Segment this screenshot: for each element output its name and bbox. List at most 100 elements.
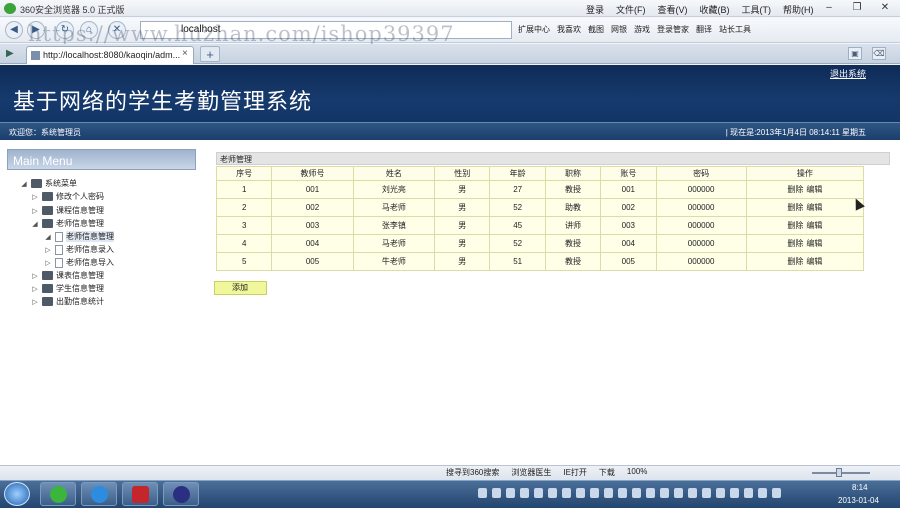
- tray-icon[interactable]: [520, 488, 529, 498]
- status-search[interactable]: 搜寻到360搜索: [446, 467, 499, 478]
- table-cell: 004: [600, 234, 657, 253]
- delete-link[interactable]: 删除: [787, 202, 803, 213]
- tray-icon[interactable]: [744, 488, 753, 498]
- tray-icon[interactable]: [772, 488, 781, 498]
- browser-menu-bar: 登录 文件(F) 查看(V) 收藏(B) 工具(T) 帮助(H): [586, 3, 814, 16]
- tab-close-icon[interactable]: ×: [182, 48, 188, 59]
- status-download[interactable]: 下载: [599, 467, 615, 478]
- logout-link[interactable]: 退出系统: [830, 67, 866, 80]
- collapsed-arrow-icon: ▷: [32, 193, 38, 201]
- start-button[interactable]: [4, 482, 30, 506]
- sidebar-item-label: 出勤信息统计: [56, 297, 104, 306]
- folder-icon: [42, 219, 53, 228]
- edit-link[interactable]: 编辑: [806, 238, 822, 249]
- table-cell: 男: [434, 234, 491, 253]
- toolbar-webmaster[interactable]: 站长工具: [719, 24, 751, 35]
- sidebar-item-student-management[interactable]: ▷ 学生信息管理: [31, 283, 104, 294]
- back-arrow-icon[interactable]: ◀: [5, 21, 23, 39]
- toolbar-login-manager[interactable]: 登录管家: [657, 24, 689, 35]
- tray-icon[interactable]: [534, 488, 543, 498]
- sidebar-item-teacher-management[interactable]: ◢ 老师信息管理: [31, 218, 104, 229]
- tray-icon[interactable]: [730, 488, 739, 498]
- clock-date[interactable]: 2013-01-04: [838, 496, 879, 505]
- delete-link[interactable]: 删除: [787, 256, 803, 267]
- taskbar-eclipse[interactable]: [163, 482, 199, 506]
- delete-link[interactable]: 删除: [787, 238, 803, 249]
- tray-icon[interactable]: [646, 488, 655, 498]
- tray-icon[interactable]: [674, 488, 683, 498]
- clock-time[interactable]: 8:14: [852, 483, 868, 492]
- sidebar-toggle-icon[interactable]: ▶: [6, 48, 14, 59]
- tab-list-icon[interactable]: ▣: [848, 47, 862, 60]
- folder-icon: [42, 192, 53, 201]
- table-cell: 45: [489, 216, 546, 235]
- table-cell: 牛老师: [352, 252, 436, 271]
- table-cell: 教授: [544, 252, 602, 271]
- tray-icon[interactable]: [632, 488, 641, 498]
- tray-icon[interactable]: [702, 488, 711, 498]
- tray-icon[interactable]: [688, 488, 697, 498]
- tray-icon[interactable]: [758, 488, 767, 498]
- edit-link[interactable]: 编辑: [806, 184, 822, 195]
- tray-icon[interactable]: [576, 488, 585, 498]
- system-tray: [478, 488, 781, 498]
- main-menu-title: Main Menu: [13, 154, 73, 168]
- close-button[interactable]: ✕: [874, 1, 896, 15]
- edit-link[interactable]: 编辑: [806, 202, 822, 213]
- toolbar-bank[interactable]: 网银: [611, 24, 627, 35]
- tray-icon[interactable]: [604, 488, 613, 498]
- tray-icon[interactable]: [660, 488, 669, 498]
- minimize-button[interactable]: –: [818, 1, 840, 15]
- zoom-slider-handle[interactable]: [836, 468, 842, 477]
- toolbar-translate[interactable]: 翻译: [696, 24, 712, 35]
- status-zoom[interactable]: 100%: [627, 467, 647, 478]
- delete-link[interactable]: 删除: [787, 184, 803, 195]
- tray-icon[interactable]: [548, 488, 557, 498]
- table-cell: 3: [215, 216, 273, 235]
- sidebar-item-change-password[interactable]: ▷ 修改个人密码: [31, 191, 104, 202]
- sidebar-item-timetable-management[interactable]: ▷ 课表信息管理: [31, 270, 104, 281]
- new-tab-button[interactable]: +: [200, 46, 220, 62]
- menu-help[interactable]: 帮助(H): [783, 3, 814, 16]
- tray-icon[interactable]: [716, 488, 725, 498]
- status-doctor[interactable]: 浏览器医生: [511, 467, 551, 478]
- table-cell: 001: [600, 180, 657, 199]
- tray-icon[interactable]: [478, 488, 487, 498]
- sidebar-subitem-teacher-import[interactable]: ▷ 老师信息导入: [44, 257, 114, 268]
- actions-cell: 删除 编辑: [745, 216, 865, 235]
- menu-favorites[interactable]: 收藏(B): [700, 3, 730, 16]
- menu-login[interactable]: 登录: [586, 3, 604, 16]
- tray-icon[interactable]: [506, 488, 515, 498]
- taskbar-ie[interactable]: [81, 482, 117, 506]
- edit-link[interactable]: 编辑: [806, 256, 822, 267]
- sidebar-item-label: 老师信息管理: [66, 231, 114, 242]
- tray-icon[interactable]: [618, 488, 627, 498]
- taskbar-app-red[interactable]: [122, 482, 158, 506]
- menu-file[interactable]: 文件(F): [616, 3, 646, 16]
- delete-link[interactable]: 删除: [787, 220, 803, 231]
- sidebar-subitem-teacher-entry[interactable]: ▷ 老师信息录入: [44, 244, 114, 255]
- tray-icon[interactable]: [562, 488, 571, 498]
- add-button[interactable]: 添加: [214, 281, 267, 295]
- sidebar-subitem-teacher-manage[interactable]: ◢ 老师信息管理: [44, 231, 114, 242]
- menu-tools[interactable]: 工具(T): [742, 3, 772, 16]
- toolbar-extensions[interactable]: 扩展中心: [518, 24, 550, 35]
- toolbar-like[interactable]: 我喜欢: [557, 24, 581, 35]
- tree-root[interactable]: ◢ 系统菜单: [20, 178, 77, 189]
- taskbar-browser-360[interactable]: [40, 482, 76, 506]
- column-header: 年龄: [489, 166, 546, 181]
- toolbar-screenshot[interactable]: 截图: [588, 24, 604, 35]
- sidebar-item-label: 老师信息录入: [66, 245, 114, 254]
- edit-link[interactable]: 编辑: [806, 220, 822, 231]
- maximize-button[interactable]: ❐: [846, 1, 868, 15]
- sidebar-item-attendance-stats[interactable]: ▷ 出勤信息统计: [31, 296, 104, 307]
- toolbar-games[interactable]: 游戏: [634, 24, 650, 35]
- trash-icon[interactable]: ⌫: [872, 47, 886, 60]
- tray-icon[interactable]: [590, 488, 599, 498]
- sidebar-item-course-management[interactable]: ▷ 课程信息管理: [31, 205, 104, 216]
- menu-view[interactable]: 查看(V): [658, 3, 688, 16]
- browser-tab[interactable]: http://localhost:8080/kaoqin/adm...: [26, 46, 194, 64]
- expanded-arrow-icon: ◢: [32, 220, 38, 228]
- tray-icon[interactable]: [492, 488, 501, 498]
- status-open-ie[interactable]: IE打开: [563, 467, 587, 478]
